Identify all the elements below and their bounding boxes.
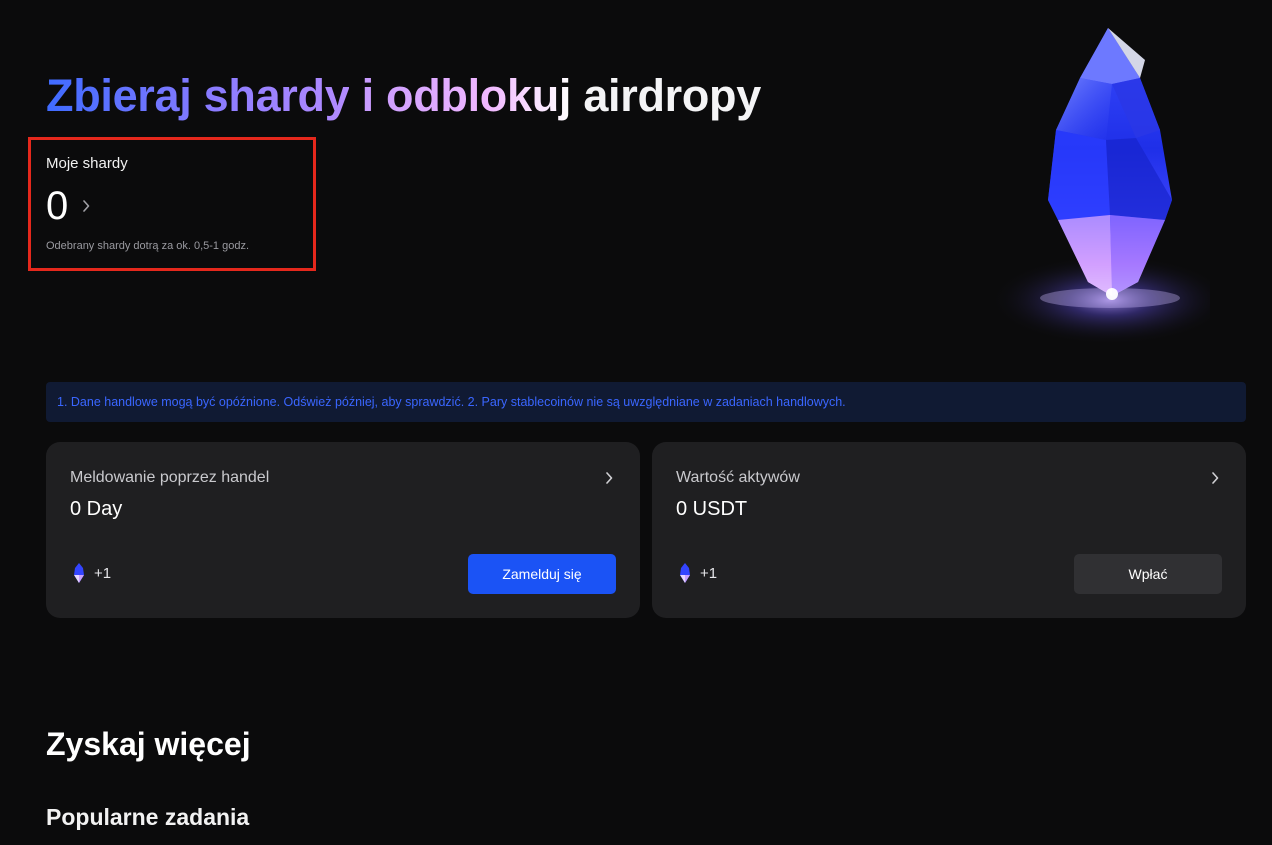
title-part-1: Zbieraj shardy (46, 70, 350, 121)
trading-data-notice: 1. Dane handlowe mogą być opóźnione. Odś… (46, 382, 1246, 422)
chevron-right-icon[interactable] (82, 200, 90, 212)
card-title: Wartość aktywów (676, 469, 800, 486)
deposit-button[interactable]: Wpłać (1074, 554, 1222, 594)
reward-badge: +1 (73, 563, 111, 583)
check-in-trading-card: Meldowanie poprzez handel 0 Day +1 Zamel… (46, 442, 640, 618)
crystal-icon (990, 28, 1230, 345)
chevron-right-icon[interactable] (605, 472, 613, 484)
my-shards-label: Moje shardy (46, 155, 128, 172)
card-title: Meldowanie poprzez handel (70, 469, 270, 486)
reward-badge: +1 (679, 563, 717, 583)
shard-gem-icon (74, 563, 84, 583)
asset-value-card: Wartość aktywów 0 USDT +1 Wpłać (652, 442, 1246, 618)
title-part-2: i odblokuj (361, 70, 572, 121)
earn-more-heading: Zyskaj więcej (46, 726, 251, 762)
shards-delivery-note: Odebrany shardy dotrą za ok. 0,5-1 godz. (46, 240, 250, 252)
my-shards-link[interactable]: 0 (46, 184, 313, 228)
page-title: Zbieraj shardy i odblokuj airdropy (46, 70, 761, 122)
reward-amount: +1 (94, 564, 112, 582)
chevron-right-icon[interactable] (1211, 472, 1219, 484)
check-in-button[interactable]: Zamelduj się (468, 554, 616, 594)
shard-gem-icon (680, 563, 690, 583)
my-shards-panel: Moje shardy 0 Odebrany shardy dotrą za o… (28, 137, 316, 271)
check-in-days-value: 0 Day (70, 498, 123, 520)
popular-tasks-heading: Popularne zadania (46, 804, 250, 830)
crystal-illustration (940, 20, 1230, 360)
my-shards-count: 0 (46, 184, 69, 228)
asset-value: 0 USDT (676, 498, 748, 520)
reward-amount: +1 (700, 564, 718, 582)
title-part-3: airdropy (583, 70, 761, 121)
